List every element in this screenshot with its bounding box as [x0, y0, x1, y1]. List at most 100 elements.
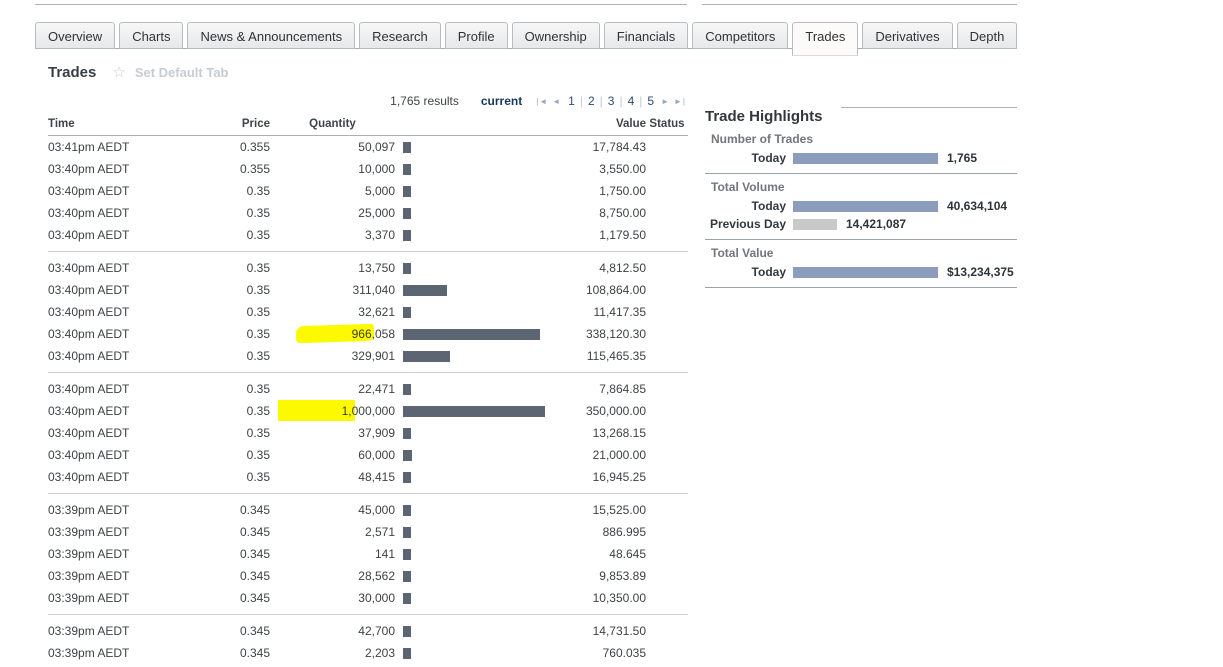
- cell-quantity-bar: [395, 142, 560, 153]
- page-separator: |: [639, 94, 642, 108]
- highlight-row-total-value-today: Today$13,234,375: [705, 263, 1017, 281]
- tab-trades[interactable]: Trades: [792, 22, 858, 56]
- page-separator: |: [580, 94, 583, 108]
- cell-value: 3,550.00: [560, 162, 646, 176]
- cell-price: 0.35: [198, 470, 270, 484]
- cell-quantity-bar: [395, 593, 560, 604]
- cell-quantity-bar: [395, 351, 560, 362]
- cell-value: 13,268.15: [560, 426, 646, 440]
- trades-table-body: 03:41pm AEDT0.35550,09717,784.43 03:40pm …: [48, 136, 688, 664]
- tab-news-announcements[interactable]: News & Announcements: [187, 22, 355, 49]
- cell-quantity-bar: [395, 472, 560, 483]
- cell-price: 0.345: [198, 624, 270, 638]
- cell-price: 0.35: [198, 382, 270, 396]
- highlight-row-total-volume-previous-day: Previous Day14,421,087: [705, 215, 1017, 233]
- tab-bar: OverviewChartsNews & AnnouncementsResear…: [35, 22, 1021, 56]
- cell-time: 03:40pm AEDT: [48, 448, 198, 462]
- table-row: 03:39pm AEDT0.34530,00010,350.00: [48, 587, 688, 609]
- group-separator: [48, 372, 688, 373]
- cell-price: 0.35: [198, 327, 270, 341]
- cell-quantity: 10,000: [270, 162, 395, 176]
- cell-quantity: 50,097: [270, 140, 395, 154]
- prev-page-icon[interactable]: ◄: [552, 97, 561, 106]
- cell-quantity: 22,471: [270, 382, 395, 396]
- cell-time: 03:40pm AEDT: [48, 305, 198, 319]
- page-number-4[interactable]: 4: [624, 94, 639, 108]
- page-number-3[interactable]: 3: [604, 94, 619, 108]
- highlight-row-number-of-trades-today: Today1,765: [705, 149, 1017, 167]
- tab-research[interactable]: Research: [359, 22, 441, 49]
- star-icon[interactable]: ☆: [112, 63, 125, 81]
- cell-time: 03:40pm AEDT: [48, 228, 198, 242]
- quantity-bar: [403, 351, 450, 362]
- page-number-2[interactable]: 2: [584, 94, 599, 108]
- table-row: 03:40pm AEDT0.3560,00021,000.00: [48, 444, 688, 466]
- quantity-bar: [403, 208, 411, 219]
- cell-time: 03:40pm AEDT: [48, 162, 198, 176]
- cell-time: 03:40pm AEDT: [48, 349, 198, 363]
- cell-value: 16,945.25: [560, 470, 646, 484]
- cell-time: 03:39pm AEDT: [48, 646, 198, 660]
- column-header-time: Time: [48, 118, 198, 130]
- tab-derivatives[interactable]: Derivatives: [862, 22, 952, 49]
- cell-time: 03:39pm AEDT: [48, 569, 198, 583]
- cell-time: 03:40pm AEDT: [48, 426, 198, 440]
- cell-time: 03:39pm AEDT: [48, 624, 198, 638]
- tab-profile[interactable]: Profile: [445, 22, 508, 49]
- cell-value: 11,417.35: [560, 305, 646, 319]
- quantity-bar: [403, 384, 411, 395]
- tab-overview[interactable]: Overview: [35, 22, 115, 49]
- cell-value: 48.645: [560, 547, 646, 561]
- table-row: 03:40pm AEDT0.351,000,000350,000.00: [48, 400, 688, 422]
- top-divider-left: [35, 4, 687, 5]
- pagination: 1,765 results current |◄ ◄ 1|2|3|4|5 ► ►…: [48, 94, 688, 108]
- column-header-value: Value: [560, 118, 646, 130]
- column-header-status: Status: [646, 118, 688, 130]
- quantity-bar: [403, 593, 411, 604]
- quantity-bar: [403, 626, 411, 637]
- page-number-5[interactable]: 5: [643, 94, 658, 108]
- cell-time: 03:40pm AEDT: [48, 327, 198, 341]
- highlight-row-label: Today: [705, 265, 793, 279]
- page-number-1[interactable]: 1: [564, 94, 579, 108]
- highlight-bar: [793, 153, 938, 164]
- set-default-tab-button[interactable]: Set Default Tab: [135, 65, 229, 80]
- quantity-bar: [403, 285, 447, 296]
- cell-time: 03:39pm AEDT: [48, 525, 198, 539]
- cell-quantity: 311,040: [270, 283, 395, 297]
- first-page-icon[interactable]: |◄: [536, 97, 548, 106]
- tab-depth[interactable]: Depth: [957, 22, 1018, 49]
- table-header-row: TimePriceQuantityValueStatus: [48, 115, 688, 133]
- table-row: 03:40pm AEDT0.35329,901115,465.35: [48, 345, 688, 367]
- cell-value: 1,750.00: [560, 184, 646, 198]
- tab-ownership[interactable]: Ownership: [512, 22, 600, 49]
- table-row: 03:40pm AEDT0.3537,90913,268.15: [48, 422, 688, 444]
- cell-value: 350,000.00: [560, 404, 646, 418]
- table-row: 03:41pm AEDT0.35550,09717,784.43: [48, 136, 688, 158]
- cell-price: 0.35: [198, 404, 270, 418]
- cell-quantity: 329,901: [270, 349, 395, 363]
- cell-price: 0.35: [198, 228, 270, 242]
- tab-charts[interactable]: Charts: [119, 22, 183, 49]
- trade-highlights-panel: Trade Highlights Number of TradesToday1,…: [705, 108, 1017, 294]
- cell-time: 03:39pm AEDT: [48, 503, 198, 517]
- cell-price: 0.355: [198, 162, 270, 176]
- panel-divider: [705, 173, 1017, 174]
- table-row: 03:40pm AEDT0.3522,4717,864.85: [48, 378, 688, 400]
- cell-value: 10,350.00: [560, 591, 646, 605]
- cell-quantity: 45,000: [270, 503, 395, 517]
- highlight-row-label: Today: [705, 151, 793, 165]
- tab-financials[interactable]: Financials: [604, 22, 689, 49]
- cell-price: 0.35: [198, 349, 270, 363]
- cell-quantity-bar: [395, 505, 560, 516]
- cell-price: 0.345: [198, 569, 270, 583]
- cell-quantity: 13,750: [270, 261, 395, 275]
- section-label-total-value: Total Value: [711, 246, 1017, 260]
- last-page-icon[interactable]: ►|: [674, 97, 686, 106]
- cell-time: 03:40pm AEDT: [48, 261, 198, 275]
- cell-price: 0.35: [198, 184, 270, 198]
- cell-quantity: 141: [270, 547, 395, 561]
- tab-competitors[interactable]: Competitors: [692, 22, 788, 49]
- next-page-icon[interactable]: ►: [661, 97, 670, 106]
- top-divider-right: [702, 4, 1017, 5]
